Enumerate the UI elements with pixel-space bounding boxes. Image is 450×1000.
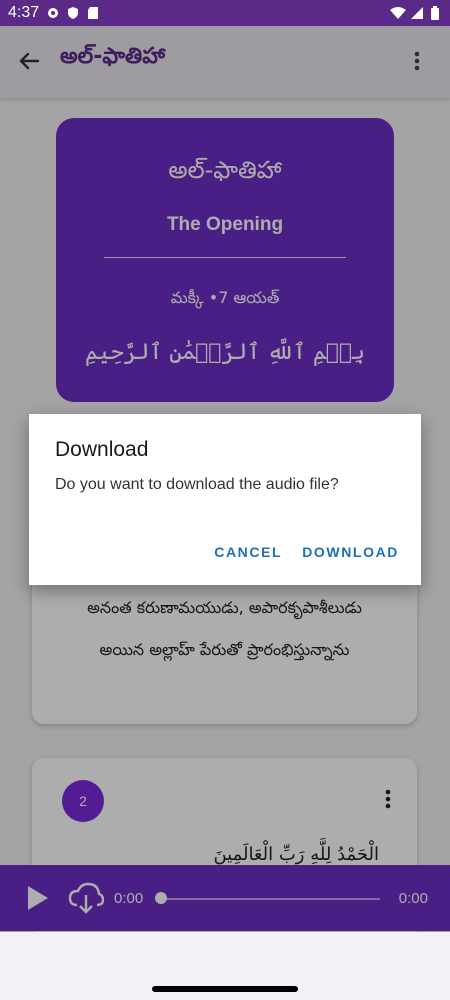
system-nav-bar <box>0 932 450 1000</box>
wifi-icon <box>390 5 406 19</box>
dialog-actions: CANCEL DOWNLOAD <box>214 544 399 560</box>
dialog-message: Do you want to download the audio file? <box>55 476 339 493</box>
status-time: 4:37 <box>8 4 40 21</box>
dialog-title: Download <box>55 438 149 461</box>
gear-icon <box>46 5 60 19</box>
battery-icon <box>430 5 444 20</box>
download-button[interactable]: DOWNLOAD <box>302 544 399 560</box>
download-dialog: Download Do you want to download the aud… <box>29 414 421 585</box>
cancel-button[interactable]: CANCEL <box>214 544 282 560</box>
signal-icon <box>410 5 424 19</box>
home-gesture-handle[interactable] <box>152 986 298 992</box>
status-bar: 4:37 <box>0 0 450 26</box>
shield-icon <box>66 5 80 19</box>
status-right-icons <box>390 5 444 20</box>
status-left-icons <box>46 5 100 19</box>
sd-card-icon <box>86 5 100 19</box>
